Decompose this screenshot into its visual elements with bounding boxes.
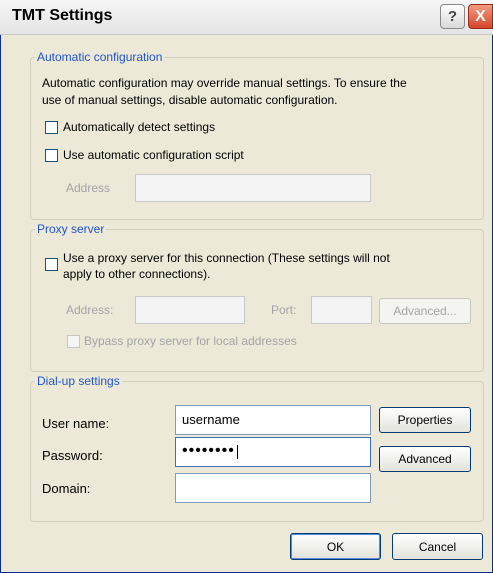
dialup-advanced-button[interactable]: Advanced <box>379 446 471 472</box>
help-button[interactable]: ? <box>440 4 465 29</box>
auto-address-field[interactable] <box>135 174 371 202</box>
proxy-server-legend: Proxy server <box>37 222 105 236</box>
use-proxy-label: Use a proxy server for this connection (… <box>63 250 473 282</box>
username-label: User name: <box>42 416 110 431</box>
text-caret <box>236 444 238 459</box>
password-label: Password: <box>42 448 103 463</box>
password-value: •••••••• <box>182 442 235 459</box>
use-proxy-checkbox[interactable] <box>45 258 58 271</box>
automatic-configuration-description: Automatic configuration may override man… <box>42 75 478 109</box>
dialog-title: TMT Settings <box>12 7 113 24</box>
config-script-label: Use automatic configuration script <box>63 148 244 162</box>
properties-button[interactable]: Properties <box>379 407 471 433</box>
proxy-address-field[interactable] <box>135 296 245 324</box>
help-icon: ? <box>447 8 458 25</box>
bypass-local-checkbox[interactable] <box>67 335 80 348</box>
proxy-advanced-button[interactable]: Advanced... <box>379 298 471 324</box>
description-line-2: use of manual settings, disable automati… <box>42 93 338 107</box>
config-script-checkbox[interactable] <box>45 149 58 162</box>
password-field[interactable]: •••••••• <box>175 437 371 467</box>
auto-address-label: Address <box>66 181 111 195</box>
close-button[interactable]: X <box>468 4 493 29</box>
proxy-address-label: Address: <box>66 303 114 317</box>
username-field[interactable]: username <box>175 405 371 435</box>
detect-settings-checkbox[interactable] <box>45 121 58 134</box>
proxy-port-label: Port: <box>271 303 297 317</box>
cancel-button[interactable]: Cancel <box>392 533 483 560</box>
automatic-configuration-legend: Automatic configuration <box>37 50 163 64</box>
domain-label: Domain: <box>42 481 91 496</box>
title-bar[interactable]: TMT Settings ? X <box>0 0 493 35</box>
bypass-local-label: Bypass proxy server for local addresses <box>84 334 297 348</box>
settings-dialog: TMT Settings ? X Automatic configuration… <box>0 0 493 573</box>
use-proxy-label-line-2: apply to other connections). <box>63 267 211 281</box>
proxy-server-group: Proxy server <box>30 222 484 372</box>
ok-button[interactable]: OK <box>290 533 381 560</box>
detect-settings-label: Automatically detect settings <box>63 120 216 134</box>
dialup-settings-legend: Dial-up settings <box>37 374 120 388</box>
close-icon: X <box>475 7 486 25</box>
proxy-port-field[interactable] <box>311 296 372 324</box>
domain-field[interactable] <box>175 473 371 503</box>
use-proxy-label-line-1: Use a proxy server for this connection (… <box>63 251 390 265</box>
description-line-1: Automatic configuration may override man… <box>42 76 407 90</box>
